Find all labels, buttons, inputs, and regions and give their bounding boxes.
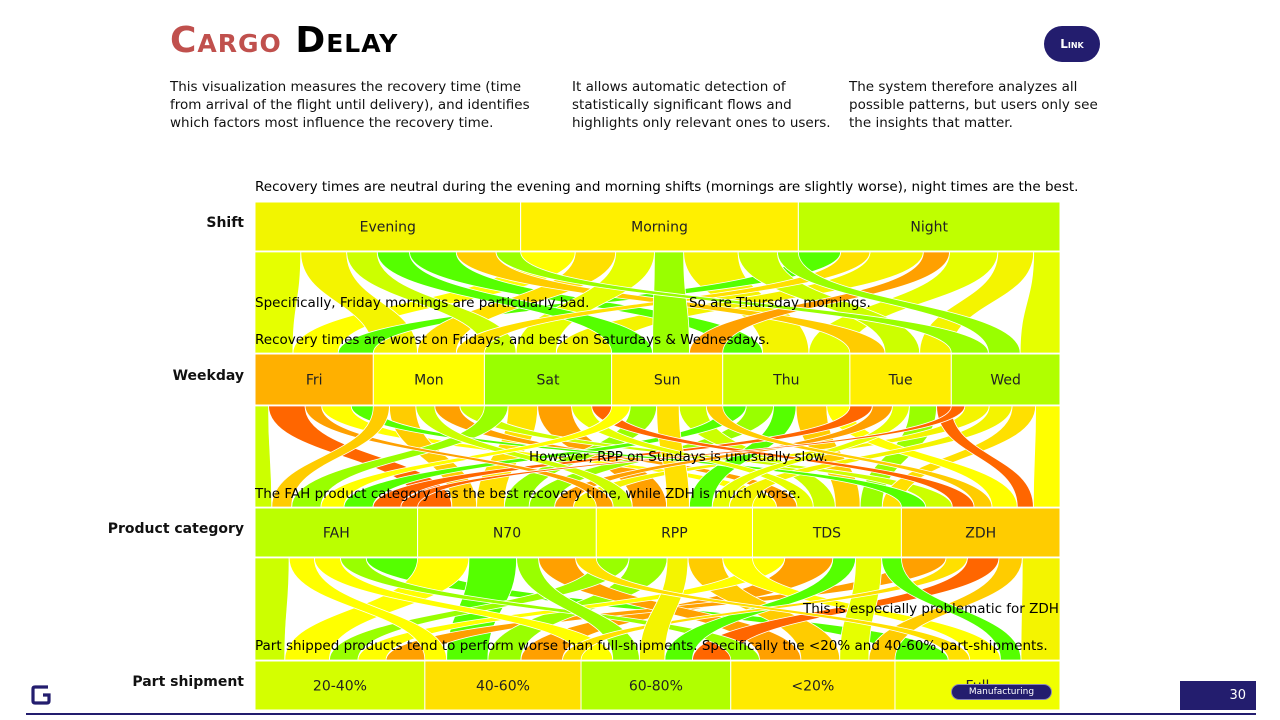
annotation-friday-morning: Specifically, Friday mornings are partic…: [255, 295, 590, 311]
annotation-part-shipment: Part shipped products tend to perform wo…: [255, 638, 1048, 654]
parallel-sets-diagram: Evening Morning Night Fri Mon Sat Sun Thu Tue Wed…: [254, 201, 1061, 711]
annotation-rpp-sunday: However, RPP on Sundays is unusually slo…: [529, 449, 828, 465]
flow-Wed-to-ZDH: [1032, 405, 1061, 508]
category-label: 60-80%: [629, 679, 683, 695]
manufacturing-badge[interactable]: Manufacturing: [951, 684, 1052, 700]
annotation-thursday-morning: So are Thursday mornings.: [689, 295, 871, 311]
category-label: Wed: [990, 373, 1021, 389]
category-label: ZDH: [965, 526, 996, 542]
category-label: 40-60%: [476, 679, 530, 695]
category-label: Sun: [654, 373, 681, 389]
category-label: Morning: [631, 220, 688, 236]
dimension-label-shift: Shift: [206, 215, 244, 231]
category-label: Night: [910, 220, 948, 236]
dimension-label-product-category: Product category: [107, 521, 244, 537]
category-label: <20%: [791, 679, 834, 695]
category-label: RPP: [661, 526, 688, 542]
category-label: Sat: [537, 373, 560, 389]
company-logo-icon: [31, 685, 51, 705]
category-label: Fri: [306, 373, 323, 389]
category-label: Thu: [772, 373, 799, 389]
footer-divider: [26, 713, 1256, 715]
category-label: Tue: [888, 373, 913, 389]
annotation-weekday: Recovery times are worst on Fridays, and…: [255, 332, 770, 348]
category-label: FAH: [323, 526, 350, 542]
page-number: 30: [1180, 681, 1256, 710]
annotation-zdh: This is especially problematic for ZDH: [803, 601, 1059, 617]
annotation-product: The FAH product category has the best re…: [255, 486, 801, 502]
dimension-label-weekday: Weekday: [172, 368, 244, 384]
category-label: Mon: [414, 373, 444, 389]
annotation-shift: Recovery times are neutral during the ev…: [255, 179, 1079, 195]
category-label: TDS: [812, 526, 841, 542]
category-label: N70: [493, 526, 521, 542]
category-label: 20-40%: [313, 679, 367, 695]
category-label: Evening: [360, 220, 416, 236]
